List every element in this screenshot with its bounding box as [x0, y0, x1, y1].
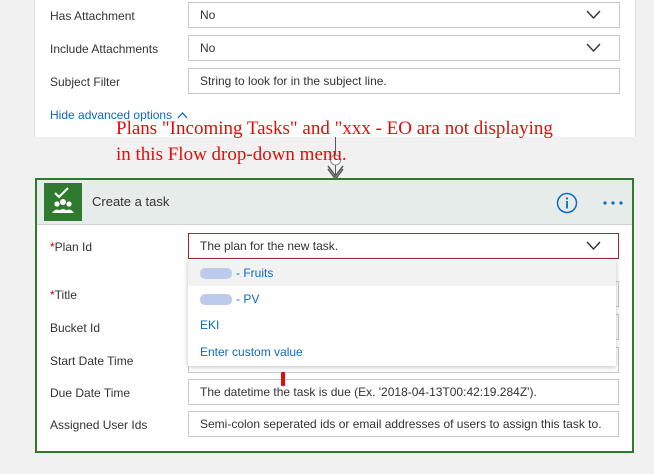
plan-option-fruits[interactable]: - Fruits — [188, 260, 616, 286]
has-attachment-value: No — [200, 8, 216, 22]
chevron-down-icon[interactable] — [586, 43, 601, 52]
assigned-user-ids-row: Assigned User Ids Semi-colon seperated i… — [37, 411, 632, 439]
chevron-down-icon[interactable] — [586, 10, 601, 19]
subject-filter-label: Subject Filter — [50, 75, 121, 89]
create-task-header[interactable]: Create a task — [37, 180, 632, 225]
chevron-down-icon[interactable] — [586, 241, 601, 250]
assigned-user-ids-label: Assigned User Ids — [50, 418, 148, 432]
has-attachment-row: Has Attachment No — [35, 2, 635, 30]
assigned-user-ids-placeholder: Semi-colon seperated ids or email addres… — [200, 417, 602, 431]
has-attachment-label: Has Attachment — [50, 9, 135, 23]
subject-filter-input[interactable]: String to look for in the subject line. — [188, 68, 620, 94]
subject-filter-row: Subject Filter String to look for in the… — [35, 68, 635, 96]
subject-filter-placeholder: String to look for in the subject line. — [200, 74, 387, 88]
due-date-row: Due Date Time The datetime the task is d… — [37, 379, 632, 407]
annotation-text: Plans "Incoming Tasks" and "xxx - EO ara… — [116, 116, 606, 168]
red-cursor-mark — [281, 372, 285, 386]
include-attachments-row: Include Attachments No — [35, 35, 635, 63]
has-attachment-select[interactable]: No — [188, 2, 620, 28]
title-label-text: Title — [54, 288, 77, 302]
due-date-input[interactable]: The datetime the task is due (Ex. '2018-… — [188, 379, 619, 405]
due-date-placeholder: The datetime the task is due (Ex. '2018-… — [200, 385, 537, 399]
plan-option-label: Enter custom value — [200, 345, 303, 359]
due-date-label: Due Date Time — [50, 386, 131, 400]
plan-option-eki[interactable]: EKI — [188, 312, 616, 338]
ellipsis-icon[interactable] — [601, 192, 625, 214]
plan-id-row: *Plan Id The plan for the new task. — [37, 233, 632, 261]
plan-id-dropdown: - Fruits - PV EKI Enter custom value — [188, 259, 616, 366]
include-attachments-label: Include Attachments — [50, 42, 159, 56]
bucket-id-label: Bucket Id — [50, 321, 101, 335]
plan-id-placeholder: The plan for the new task. — [200, 239, 339, 253]
plan-option-label: - Fruits — [236, 266, 274, 280]
plan-option-label: - PV — [236, 292, 260, 306]
plan-option-label: EKI — [200, 318, 220, 332]
create-task-title: Create a task — [92, 194, 170, 209]
annotation-line-2: in this Flow drop-down menu. — [116, 144, 347, 165]
plan-id-label: *Plan Id — [50, 233, 92, 261]
redacted-text — [200, 294, 232, 306]
plan-option-custom-value[interactable]: Enter custom value — [188, 339, 616, 365]
include-attachments-value: No — [200, 41, 216, 55]
plan-option-pv[interactable]: - PV — [188, 286, 616, 312]
plan-id-select[interactable]: The plan for the new task. — [188, 233, 619, 259]
info-circle-icon[interactable] — [556, 192, 578, 214]
title-label: *Title — [50, 281, 77, 309]
annotation-line-1: Plans "Incoming Tasks" and "xxx - EO ara… — [116, 118, 553, 139]
plan-id-label-text: Plan Id — [54, 240, 93, 254]
start-date-label: Start Date Time — [50, 354, 134, 368]
planner-check-people-icon — [44, 183, 82, 221]
assigned-user-ids-input[interactable]: Semi-colon seperated ids or email addres… — [188, 411, 619, 437]
redacted-text — [200, 268, 232, 280]
include-attachments-select[interactable]: No — [188, 35, 620, 61]
